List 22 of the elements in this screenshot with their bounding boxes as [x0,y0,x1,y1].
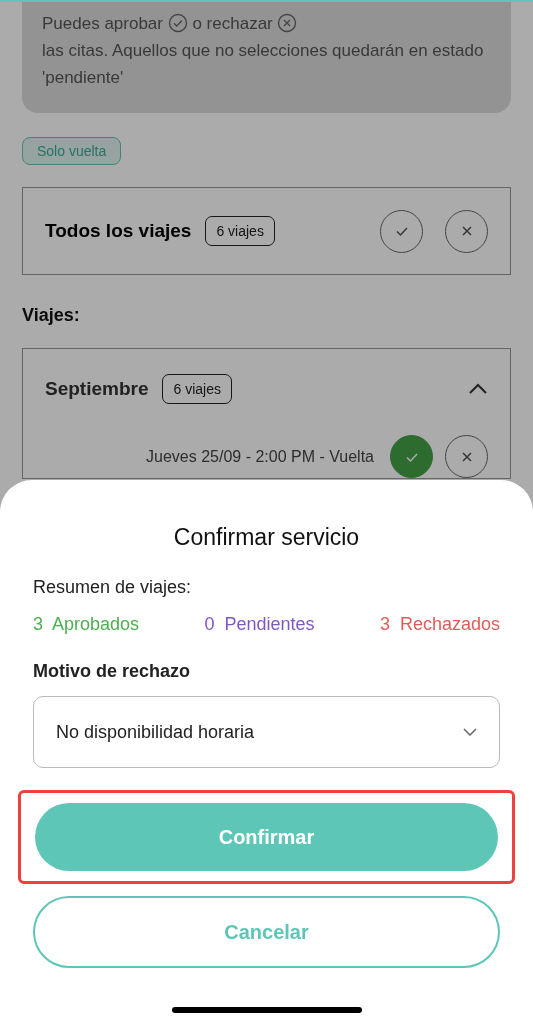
trip-count-badge: 6 viajes [162,374,232,404]
approve-button[interactable] [390,435,433,478]
dialog-title: Confirmar servicio [172,524,361,551]
chevron-down-icon [463,728,477,736]
section-title: Viajes: [22,305,81,326]
status-count: 3 Aprobados [33,614,140,635]
month-title: Septiembre [45,378,149,400]
close-circle-icon [277,13,298,33]
reason-label: Motivo de rechazo [33,661,192,682]
info-text: Puedes aprobar o rechazar las citas. Aquellos que no selecciones quedarán en estado 'pendiente' [42,12,485,89]
status-count: 3 Rechazados [379,614,500,635]
trip-count-badge: 6 viajes [205,216,275,246]
chevron-icon[interactable] [468,383,488,395]
filter-chip[interactable]: Solo vuelta [22,137,122,165]
summary-label: Resumen de viajes: [33,577,193,598]
reason-dropdown[interactable]: No disponibilidad horaria [33,696,500,768]
cancel-button[interactable]: Cancelar [33,896,500,968]
check-circle-icon [167,13,188,33]
trip-label: Jueves 25/09 - 2:00 PM - Vuelta [146,447,374,466]
confirm-button[interactable]: Confirmar [35,803,498,871]
status-count: 0 Pendientes [204,614,315,635]
all-trips-title: Todos los viajes [45,220,192,242]
